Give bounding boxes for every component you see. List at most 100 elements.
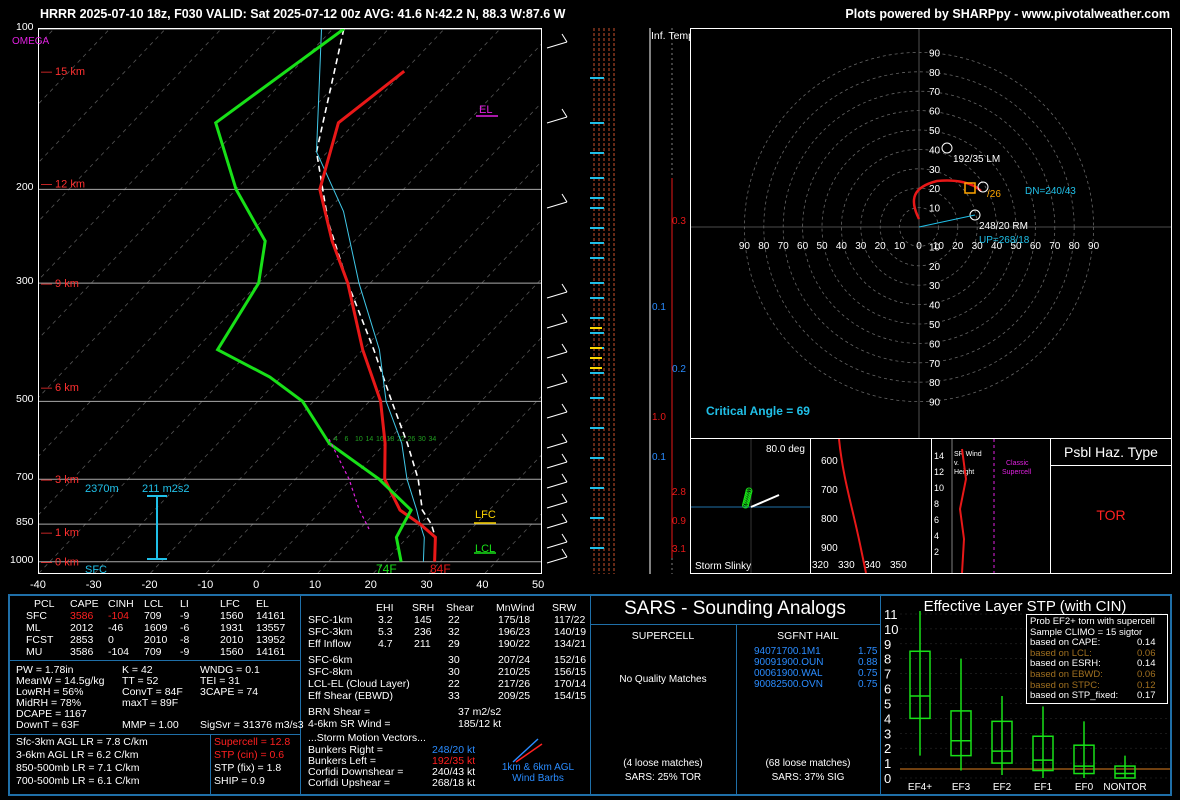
wind-barb xyxy=(546,351,568,359)
kin-cell: 217/26 xyxy=(498,678,531,690)
ship-value: SHIP = 0.9 xyxy=(214,775,265,787)
mixing-ratio-label: 14 xyxy=(366,436,374,443)
parcel-trace xyxy=(315,29,437,562)
hodo-ring-label: 80 xyxy=(1069,241,1081,252)
wind-barb-flag xyxy=(561,513,568,523)
mixing-ratio-label: 6 xyxy=(345,436,349,443)
inflow-label: 0.1 xyxy=(652,302,666,313)
isotherm-line xyxy=(373,396,541,573)
hodo-ring-label: 80 xyxy=(929,68,941,79)
inflow-label: 1.0 xyxy=(652,412,666,423)
stp-y-tick: 8 xyxy=(884,652,891,667)
hodo-ring-label: 90 xyxy=(929,398,941,409)
wind-barb-flag xyxy=(561,193,568,203)
wind-barb-flag xyxy=(561,343,568,353)
stp-category-label: EF4+ xyxy=(908,782,932,793)
wind-barb xyxy=(546,41,568,49)
wind-barb-flag xyxy=(561,548,568,558)
omega-trace xyxy=(328,438,370,530)
theta-y-tick: 700 xyxy=(821,485,838,496)
hodo-up-label: UP=268/18 xyxy=(979,235,1030,246)
hodo-zero-label: 0 xyxy=(916,241,922,252)
pressure-label: 850 xyxy=(16,516,34,529)
kin-cell: 22 xyxy=(448,678,460,690)
wind-barb-flag xyxy=(561,453,568,463)
critical-angle: Critical Angle = 69 xyxy=(706,404,810,418)
stp-y-tick: 2 xyxy=(884,741,891,756)
stp-legend-label: based on STPC: xyxy=(1030,679,1100,691)
stp-legend-value: 0.17 xyxy=(1137,690,1156,702)
hodo-ring-label: 90 xyxy=(929,48,941,59)
stp-legend: Prob EF2+ torn with supercell Sample CLIM… xyxy=(1026,614,1168,704)
wind-barb-flag xyxy=(561,493,568,503)
sars-hail-id: 90091900.OUN xyxy=(754,657,824,668)
stp-legend-label: based on ESRH: xyxy=(1030,658,1101,670)
wind-barb xyxy=(546,441,568,449)
stp-fix-value: STP (fix) = 1.8 xyxy=(214,762,282,774)
height-label: — 15 km xyxy=(41,66,85,78)
wind-barbs-column xyxy=(546,33,568,564)
hodo-ring-label: 20 xyxy=(875,241,887,252)
stp-y-tick: 4 xyxy=(884,711,891,726)
hodo-ring-label: 10 xyxy=(894,241,906,252)
sars-supercell-text: No Quality Matches xyxy=(619,674,707,685)
kin-cell: 30 xyxy=(448,654,460,666)
kin-brn-value: 37 m2/s2 xyxy=(458,706,502,718)
kin-cell: 117/22 xyxy=(554,614,586,626)
sars-supercell-pct: SARS: 25% TOR xyxy=(624,772,702,783)
parcel-cell: 709 xyxy=(144,610,162,622)
temp-tick-label: -20 xyxy=(141,579,158,591)
kin-cell: 30 xyxy=(448,666,460,678)
hodo-mean-label: /26 xyxy=(987,189,1001,200)
slinky-chart: 80.0 deg Storm Slinky xyxy=(691,439,810,573)
parcel-cell: 2010 xyxy=(220,634,244,646)
parcel-cell: 3586 xyxy=(70,610,94,622)
stp-legend-label: based on STP_fixed: xyxy=(1030,690,1119,702)
hodo-ring-label: 30 xyxy=(855,241,867,252)
inflow-label: 0.2 xyxy=(672,364,686,375)
theta-panel: 600 700 800 900 320 330 340 350 xyxy=(810,438,932,574)
hodo-ring-label: 20 xyxy=(952,241,964,252)
hodo-ring-label: 70 xyxy=(929,359,941,370)
pressure-label: 200 xyxy=(16,181,34,194)
stp-legend-label: based on EBWD: xyxy=(1030,669,1103,680)
theta-y-tick: 900 xyxy=(821,543,838,554)
sars-hail-size: 0.75 xyxy=(858,679,878,690)
index-value: 3CAPE = 74 xyxy=(200,686,259,698)
kin-barb-icon xyxy=(512,738,543,763)
parcel-cell: -9 xyxy=(180,646,190,658)
hodo-dn-label: DN=240/43 xyxy=(1025,186,1076,197)
hodo-ring-label: 20 xyxy=(929,184,941,195)
parcel-header: LFC xyxy=(220,598,240,610)
stp-legend-label: Prob EF2+ torn with supercell xyxy=(1030,616,1155,627)
parcel-cell: 13557 xyxy=(256,622,286,634)
pressure-label: 700 xyxy=(16,471,34,484)
temp-tick-label: 20 xyxy=(364,579,377,591)
srwind-classic-label: Supercell xyxy=(1002,469,1032,476)
kin-row-label: Eff Inflow xyxy=(308,638,351,650)
slinky-vector xyxy=(750,494,780,508)
kin-cell: 22 xyxy=(448,614,460,626)
sars-hail-title: SGFNT HAIL xyxy=(777,630,839,642)
temp-tick-label: 40 xyxy=(476,579,489,591)
header-title: HRRR 2025-07-10 18z, F030 VALID: Sat 202… xyxy=(40,7,566,21)
parcel-cell: ML xyxy=(26,622,41,634)
temp-tick-label: -10 xyxy=(197,579,214,591)
hodograph-chart: 1010101020202020303030304040404050505050… xyxy=(691,29,1171,438)
stp-y-tick: 6 xyxy=(884,682,891,697)
wind-barb xyxy=(546,481,568,489)
sars-hail-size: 0.88 xyxy=(858,657,878,668)
wind-barb-flag xyxy=(561,403,568,413)
kin-header: EHI xyxy=(376,602,394,614)
kin-sr-label: 4-6km SR Wind = xyxy=(308,718,391,730)
srwind-y-tick: 2 xyxy=(934,547,939,557)
height-label: — 0 km xyxy=(41,557,79,569)
indices-box: PW = 1.78in MeanW = 14.5g/kg LowRH = 56% Mi… xyxy=(10,660,304,735)
lapse-rate: 850-500mb LR = 7.1 C/km xyxy=(16,762,140,774)
wind-barb-flag xyxy=(561,473,568,483)
omega-label: OMEGA xyxy=(12,36,50,47)
hodo-ring-label: 90 xyxy=(739,241,751,252)
parcel-cell: -46 xyxy=(108,622,124,634)
sars-box: SARS - Sounding Analogs SUPERCELL SGFNT … xyxy=(590,596,881,794)
wind-barb xyxy=(546,541,568,549)
